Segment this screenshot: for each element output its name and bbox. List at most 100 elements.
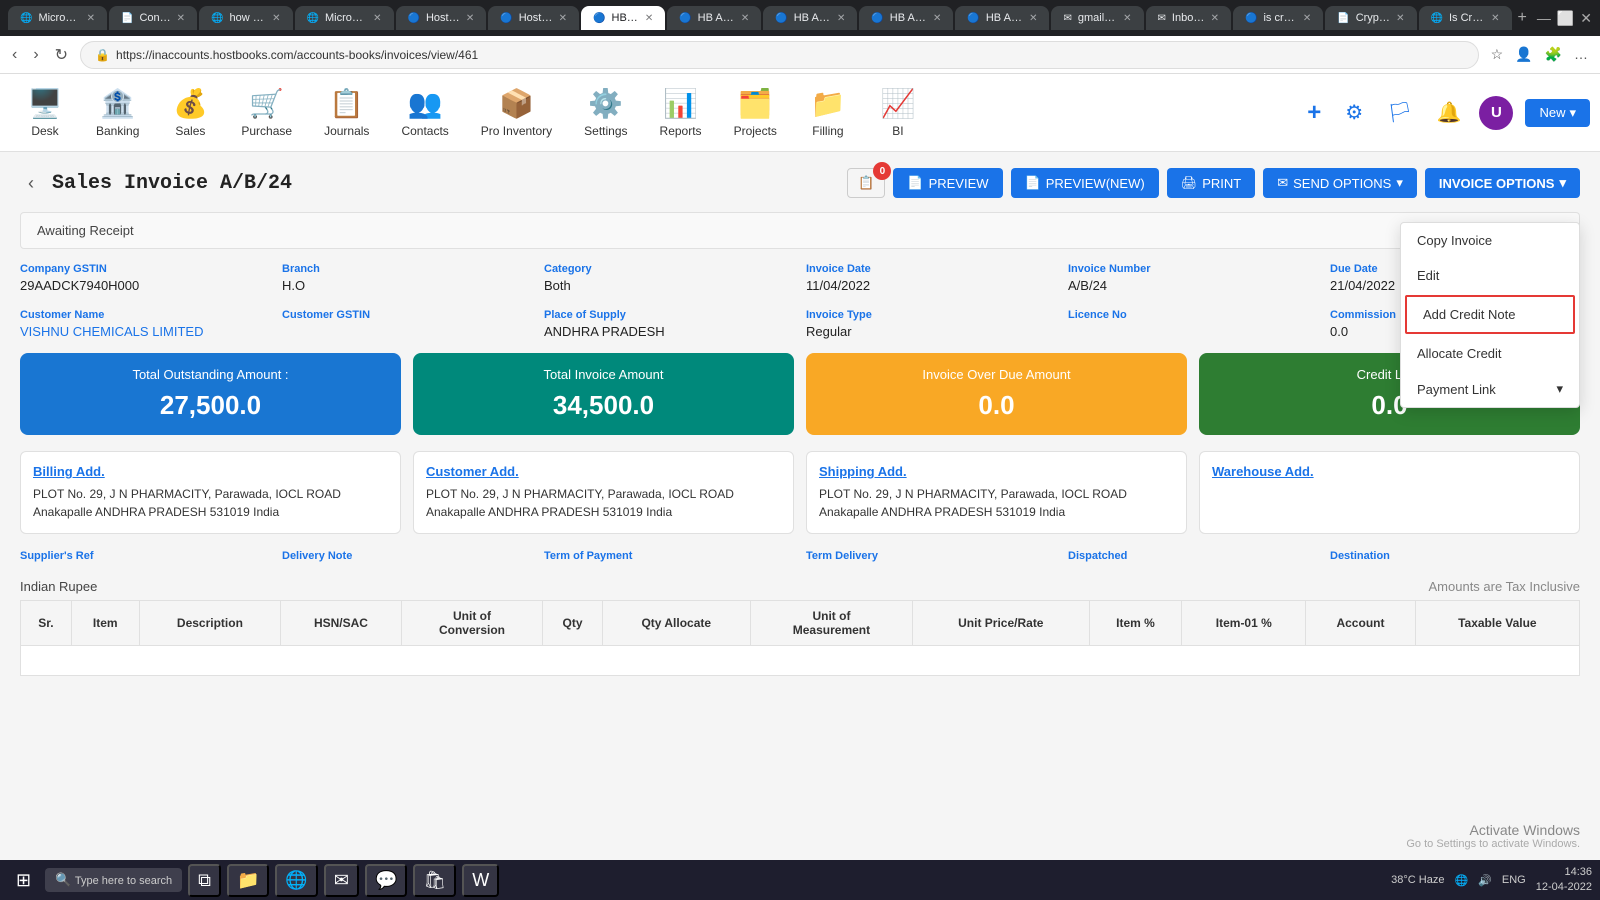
taskbar-search-icon[interactable]: 🔍 Type here to search <box>45 868 182 892</box>
settings-dots-icon[interactable]: … <box>1570 42 1592 67</box>
invoice-actions: 📋 0 📄 PREVIEW 📄 PREVIEW(NEW) 🖨 PRINT ✉ S… <box>847 168 1580 198</box>
nav-bi[interactable]: 📈 BI <box>863 79 933 146</box>
place-of-supply-field: Place of Supply ANDHRA PRADESH <box>544 309 794 339</box>
star-icon[interactable]: ☆ <box>1487 42 1508 67</box>
nav-journals[interactable]: 📋 Journals <box>308 79 385 146</box>
nav-contacts[interactable]: 👥 Contacts <box>385 79 464 146</box>
tab-hbacc-2[interactable]: 🔵 HB Acc... ✕ <box>763 6 857 30</box>
taskbar-explorer[interactable]: 📁 <box>227 864 269 897</box>
invoice-date-value: 11/04/2022 <box>806 278 1056 293</box>
proinventory-label: Pro Inventory <box>481 124 552 138</box>
total-outstanding-label: Total Outstanding Amount : <box>36 367 385 382</box>
tax-inclusive-label: Amounts are Tax Inclusive <box>1429 579 1581 594</box>
nav-projects[interactable]: 🗂️ Projects <box>718 79 793 146</box>
tab-hbacc-1[interactable]: 🔵 HB Acc... ✕ <box>667 6 761 30</box>
allocate-credit-item[interactable]: Allocate Credit <box>1401 336 1579 371</box>
col-item: Item <box>71 601 139 646</box>
table-header-row: Indian Rupee Amounts are Tax Inclusive <box>20 579 1580 594</box>
desk-label: Desk <box>31 124 58 138</box>
nav-banking[interactable]: 🏦 Banking <box>80 79 155 146</box>
nav-purchase[interactable]: 🛒 Purchase <box>225 79 308 146</box>
projects-label: Projects <box>734 124 777 138</box>
preview-new-button[interactable]: 📄 PREVIEW(NEW) <box>1011 168 1159 198</box>
tab-hbacc-4[interactable]: 🔵 HB Acc... ✕ <box>955 6 1049 30</box>
payment-link-item[interactable]: Payment Link ▾ <box>1401 371 1579 407</box>
customer-name-value[interactable]: VISHNU CHEMICALS LIMITED <box>20 324 270 339</box>
start-button[interactable]: ⊞ <box>8 866 39 895</box>
tab-inbox[interactable]: ✉ Inbox (8 ✕ <box>1146 6 1231 30</box>
gear-button[interactable]: ⚙ <box>1339 94 1369 131</box>
extension-icon[interactable]: 🧩 <box>1541 42 1566 67</box>
nav-desk[interactable]: 🖥️ Desk <box>10 79 80 146</box>
tab-hbacc-3[interactable]: 🔵 HB Acc... ✕ <box>859 6 953 30</box>
print-button[interactable]: 🖨 PRINT <box>1167 168 1256 198</box>
edit-item[interactable]: Edit <box>1401 258 1579 293</box>
flag-button[interactable]: 🏳 <box>1381 94 1418 131</box>
tab-crypto-2[interactable]: 📄 Crypto A ✕ <box>1325 6 1416 30</box>
billing-address-title[interactable]: Billing Add. <box>33 464 388 479</box>
add-button[interactable]: + <box>1301 93 1327 133</box>
taskbar-edge[interactable]: 🌐 <box>275 864 317 897</box>
add-credit-note-item[interactable]: Add Credit Note <box>1405 295 1575 334</box>
notification-icon: 📋 <box>858 175 874 191</box>
copy-invoice-item[interactable]: Copy Invoice <box>1401 223 1579 258</box>
tab-hostboc-2[interactable]: 🔵 HostBoc ✕ <box>488 6 579 30</box>
taskbar-store[interactable]: 🛍 <box>413 864 456 897</box>
tab-content[interactable]: 📄 Content ✕ <box>109 6 197 30</box>
print-icon: 🖨 <box>1181 175 1198 191</box>
tabs-bar: 🌐 Microsof... ✕ 📄 Content ✕ 🌐 how to ...… <box>8 5 1531 31</box>
warehouse-address-title[interactable]: Warehouse Add. <box>1212 464 1567 479</box>
tab-hb-active[interactable]: 🔵 HB - ... ✕ <box>581 6 665 30</box>
status-bar: Awaiting Receipt <box>20 212 1580 249</box>
bell-button[interactable]: 🔔 <box>1431 94 1468 131</box>
profile-icon[interactable]: 👤 <box>1511 42 1536 67</box>
projects-icon: 🗂️ <box>738 87 773 120</box>
nav-reports[interactable]: 📊 Reports <box>644 79 718 146</box>
contacts-icon: 👥 <box>408 87 443 120</box>
customer-address-title[interactable]: Customer Add. <box>426 464 781 479</box>
customer-address-text: PLOT No. 29, J N PHARMACITY, Parawada, I… <box>426 485 781 521</box>
branch-value: H.O <box>282 278 532 293</box>
back-button[interactable]: ‹ <box>8 42 21 68</box>
tab-gmail[interactable]: ✉ gmail lo... ✕ <box>1051 6 1143 30</box>
avatar[interactable]: U <box>1479 96 1513 130</box>
new-button[interactable]: New ▾ <box>1525 99 1590 127</box>
back-invoice-button[interactable]: ‹ <box>20 169 42 198</box>
tab-crypto-1[interactable]: 🔵 is crypto ✕ <box>1233 6 1323 30</box>
col-description: Description <box>139 601 281 646</box>
invoice-number-label: Invoice Number <box>1068 263 1318 275</box>
sound-icon: 🔊 <box>1478 874 1492 887</box>
category-value: Both <box>544 278 794 293</box>
send-options-button[interactable]: ✉ SEND OPTIONS ▾ <box>1263 168 1417 198</box>
tab-howto[interactable]: 🌐 how to ... ✕ <box>199 6 293 30</box>
reports-icon: 📊 <box>663 87 698 120</box>
taskbar-word[interactable]: W <box>462 864 499 897</box>
tab-microsof-1[interactable]: 🌐 Microsof... ✕ <box>8 6 107 30</box>
col-unit-measurement: Unit ofMeasurement <box>750 601 912 646</box>
nav-filling[interactable]: 📁 Filling <box>793 79 863 146</box>
nav-proinventory[interactable]: 📦 Pro Inventory <box>465 79 568 146</box>
total-invoice-label: Total Invoice Amount <box>429 367 778 382</box>
status-text: Awaiting Receipt <box>37 223 134 238</box>
refresh-button[interactable]: ↻ <box>51 41 72 69</box>
preview-button[interactable]: 📄 PREVIEW <box>893 168 1002 198</box>
currency-label: Indian Rupee <box>20 579 97 594</box>
invoice-options-button[interactable]: INVOICE OPTIONS ▾ <box>1425 168 1580 198</box>
payment-link-label: Payment Link <box>1417 382 1496 397</box>
proinventory-icon: 📦 <box>499 87 534 120</box>
nav-settings[interactable]: ⚙️ Settings <box>568 79 643 146</box>
forward-button[interactable]: › <box>29 42 42 68</box>
taskbar-teams[interactable]: 💬 <box>365 864 407 897</box>
allocate-credit-label: Allocate Credit <box>1417 346 1502 361</box>
tab-microsof-2[interactable]: 🌐 Microsof... ✕ <box>295 6 394 30</box>
place-of-supply-value: ANDHRA PRADESH <box>544 324 794 339</box>
total-invoice-value: 34,500.0 <box>429 390 778 421</box>
taskbar-taskview[interactable]: ⧉ <box>188 864 221 897</box>
nav-sales[interactable]: 💰 Sales <box>155 79 225 146</box>
address-bar[interactable]: 🔒 https://inaccounts.hostbooks.com/accou… <box>80 41 1479 69</box>
tab-hostboc-1[interactable]: 🔵 HostBoc ✕ <box>396 6 487 30</box>
taskbar-mail[interactable]: ✉ <box>324 864 359 897</box>
shipping-address-title[interactable]: Shipping Add. <box>819 464 1174 479</box>
tab-iscrypto[interactable]: 🌐 Is Crypto ✕ <box>1419 6 1512 30</box>
preview-icon: 📄 <box>907 175 923 191</box>
